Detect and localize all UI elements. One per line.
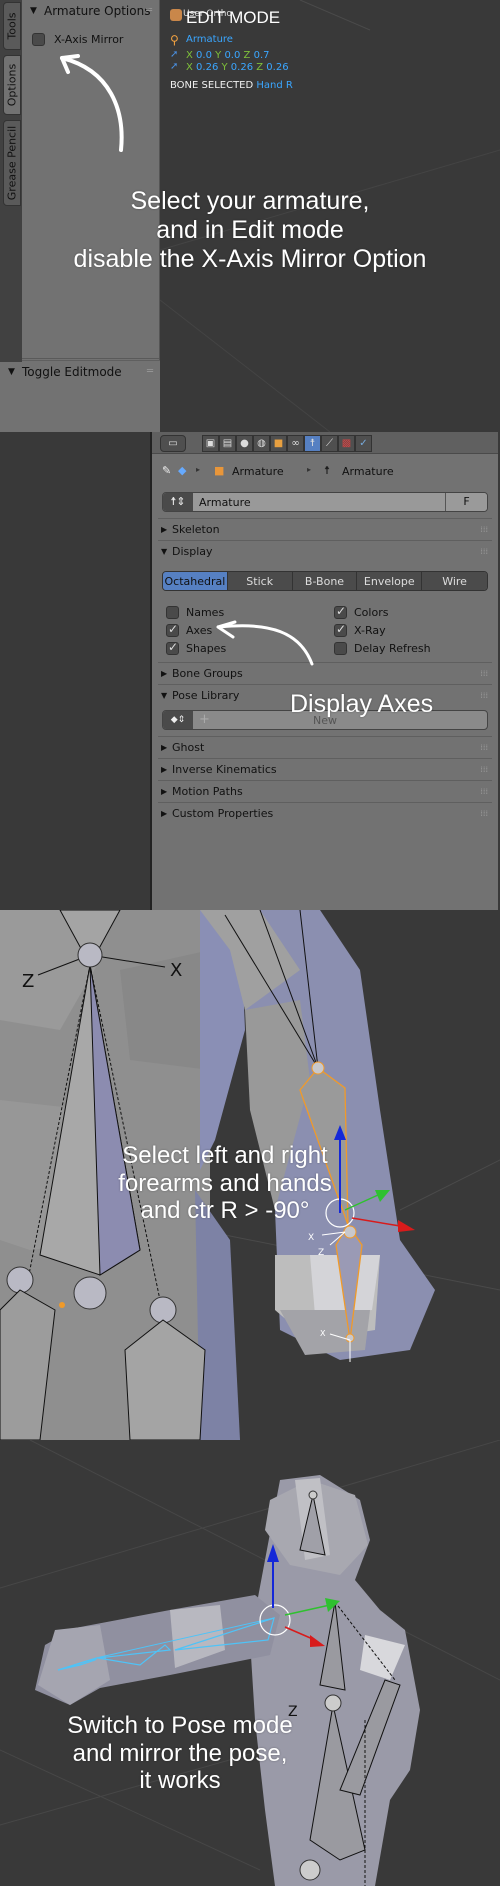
edit-mode-section: Tools Options Grease Pencil ▼ Armature O… [0, 0, 500, 432]
pose-mode-section: Z Switch to Pose mode and mirror the pos… [0, 1440, 500, 1886]
svg-text:X: X [320, 1329, 326, 1338]
viewport-pose-mode: Z [0, 1440, 500, 1886]
properties-section: ▭ ▣ ▤ ● ◍ ■ ∞ ☨ ⟋ ▩ ✓ ✎ ◆ ▸ ■ Armature ▸… [0, 432, 500, 910]
step1-caption: Select your armature, and in Edit mode d… [73, 187, 427, 273]
svg-text:X: X [170, 960, 182, 981]
svg-text:Z: Z [318, 1248, 324, 1258]
step2-caption: Display Axes [290, 690, 434, 718]
svg-text:X: X [308, 1233, 314, 1243]
annotation-arrow-icon [216, 620, 314, 666]
svg-text:Z: Z [22, 971, 34, 992]
step4-caption: Switch to Pose mode and mirror the pose,… [67, 1712, 293, 1795]
rotate-forearms-section: X Z X Z X Select left and right forearms [0, 910, 500, 1440]
step3-caption: Select left and right forearms and hands… [118, 1142, 332, 1225]
